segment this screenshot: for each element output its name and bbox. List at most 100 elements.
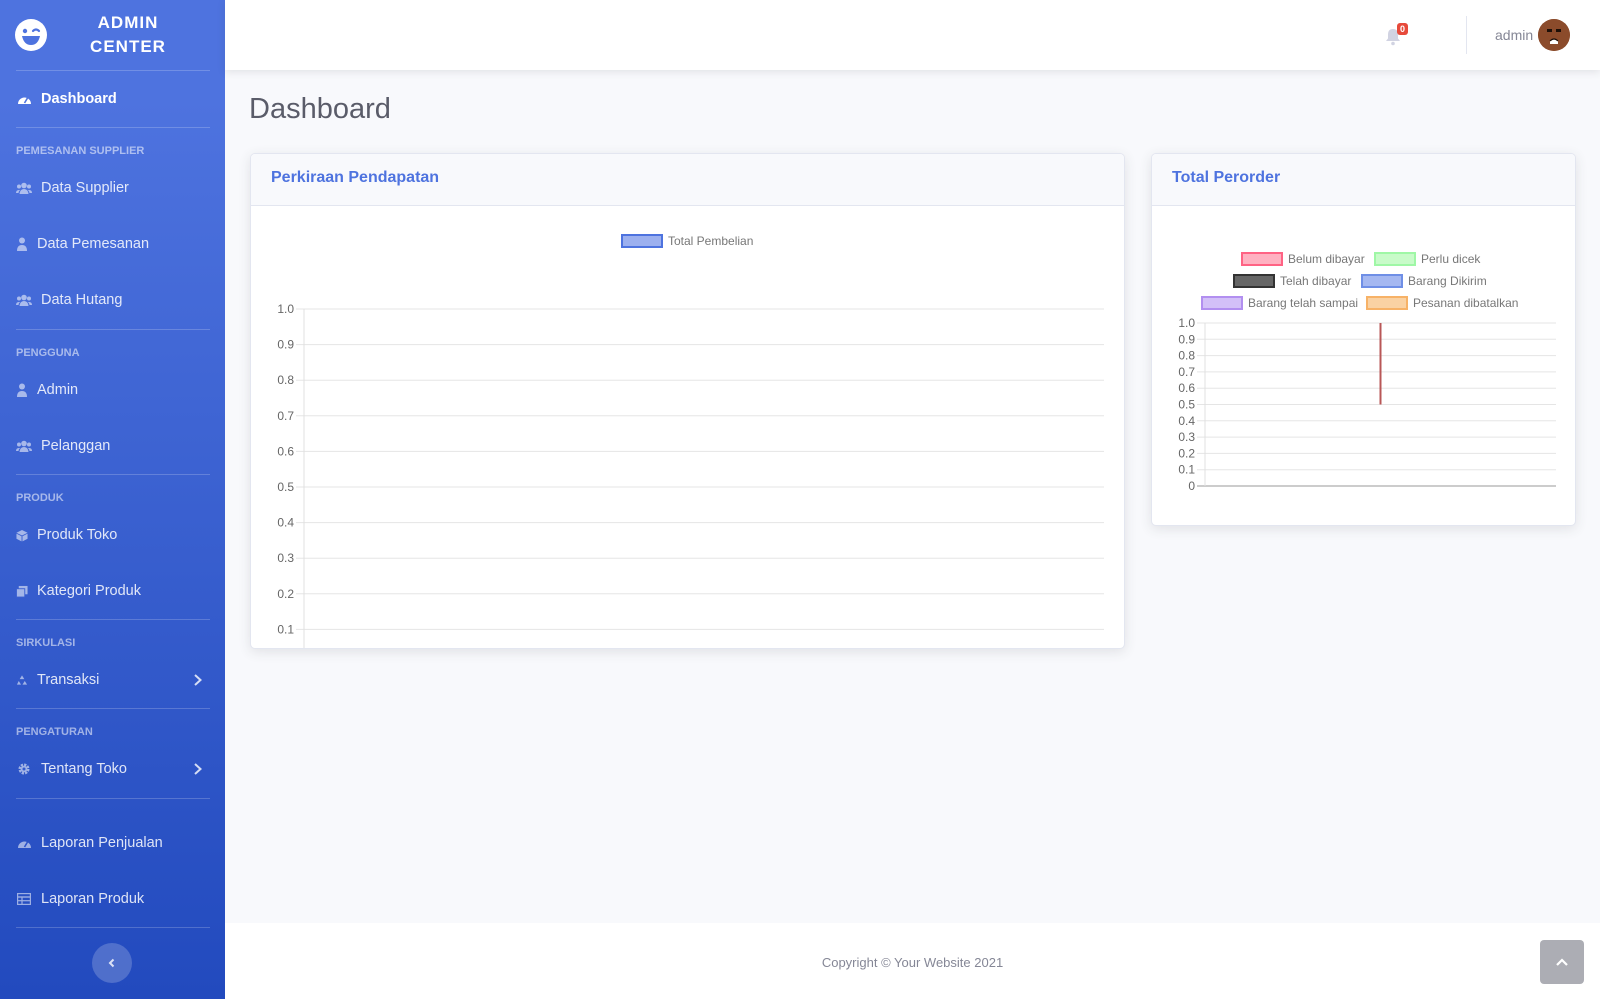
sidebar-heading: PENGATURAN <box>16 726 93 738</box>
table-icon <box>16 891 32 907</box>
y-tick-label: 0.3 <box>277 551 294 565</box>
legend-label: Telah dibayar <box>1280 274 1351 288</box>
brand[interactable]: ADMIN CENTER <box>0 0 225 70</box>
avatar[interactable] <box>1538 19 1570 51</box>
sidebar-item-label: Transaksi <box>37 672 100 688</box>
notifications-button[interactable]: 0 <box>1385 23 1409 46</box>
legend-label: Total Pembelian <box>668 234 753 248</box>
sidebar-item-pelanggan[interactable]: Pelanggan <box>0 431 225 461</box>
sidebar-item-dashboard[interactable]: Dashboard <box>0 84 225 114</box>
revenue-card: Perkiraan Pendapatan Total Pembelian 1.0 0… <box>250 153 1125 649</box>
users-icon <box>16 438 32 454</box>
legend-label: Pesanan dibatalkan <box>1413 296 1518 310</box>
sidebar-item-data-pemesanan[interactable]: Data Pemesanan <box>0 229 225 259</box>
legend-swatch <box>1233 274 1275 288</box>
sidebar-divider <box>16 474 210 475</box>
sidebar-item-label: Admin <box>37 382 79 398</box>
clone-icon <box>16 583 28 599</box>
y-tick-label: 0.8 <box>277 373 294 387</box>
sidebar-item-label: Laporan Penjualan <box>41 835 163 851</box>
users-icon <box>16 180 32 196</box>
brand-title: ADMIN CENTER <box>78 11 178 59</box>
page-title: Dashboard <box>249 93 391 125</box>
sidebar-heading: PENGGUNA <box>16 347 80 359</box>
sidebar-item-label: Pelanggan <box>41 438 111 454</box>
order-card: Total Perorder Belum dibayar Perlu dicek T… <box>1151 153 1576 526</box>
sidebar-divider <box>16 70 210 71</box>
sidebar-item-laporan-produk[interactable]: Laporan Produk <box>0 884 225 914</box>
revenue-chart: Total Pembelian 1.0 0.9 0.8 0.7 0.6 0.5 0.4 0.3 0… <box>277 234 1104 648</box>
y-tick-label: 0.1 <box>277 622 294 636</box>
sidebar-item-kategori-produk[interactable]: Kategori Produk <box>0 576 225 606</box>
y-tick-label: 1.0 <box>277 302 294 316</box>
chevron-right-icon <box>194 674 202 686</box>
sidebar-divider <box>16 329 210 330</box>
y-tick-label: 0.2 <box>1178 446 1195 460</box>
y-tick-label: 0.7 <box>1178 365 1195 379</box>
legend-label: Perlu dicek <box>1421 252 1481 266</box>
avatar-image <box>1538 19 1570 51</box>
y-tick-label: 0.2 <box>277 587 294 601</box>
y-tick-label: 0.6 <box>277 444 294 458</box>
sidebar-divider <box>16 127 210 128</box>
legend-swatch <box>1361 274 1403 288</box>
y-tick-label: 1.0 <box>1178 316 1195 330</box>
footer: Copyright © Your Website 2021 <box>225 923 1600 999</box>
laugh-wink-icon <box>15 19 47 51</box>
legend-swatch <box>1374 252 1416 266</box>
chevron-left-icon <box>108 958 115 968</box>
y-tick-label: 0 <box>1188 479 1195 493</box>
y-tick-label: 0.3 <box>1178 430 1195 444</box>
chevron-right-icon <box>194 763 202 775</box>
sidebar-heading: SIRKULASI <box>16 637 76 649</box>
order-status-chart: Belum dibayar Perlu dicek Telah dibayar Bar… <box>1178 252 1556 493</box>
legend-label: Belum dibayar <box>1288 252 1365 266</box>
cog-icon <box>16 761 32 777</box>
legend-label: Barang telah sampai <box>1248 296 1358 310</box>
sidebar-heading: PEMESANAN SUPPLIER <box>16 145 145 157</box>
scroll-to-top-button[interactable] <box>1540 940 1584 984</box>
footer-copyright: Copyright © Your Website 2021 <box>821 955 1004 970</box>
topbar: 0 admin <box>225 0 1600 70</box>
chevron-up-icon <box>1556 958 1568 966</box>
y-tick-label: 0.5 <box>277 480 294 494</box>
sidebar-item-produk-toko[interactable]: Produk Toko <box>0 520 225 550</box>
brand-line-1: ADMIN <box>97 13 159 32</box>
sidebar-item-label: Data Hutang <box>41 292 123 308</box>
tachometer-icon <box>16 835 32 851</box>
sidebar-item-label: Kategori Produk <box>37 583 141 599</box>
sidebar-divider <box>16 927 210 928</box>
sidebar-toggle-button[interactable] <box>92 943 132 983</box>
tachometer-icon <box>16 91 32 107</box>
sidebar-item-label: Dashboard <box>41 91 117 107</box>
legend-swatch <box>621 234 663 248</box>
users-icon <box>16 292 32 308</box>
y-tick-label: 0.7 <box>277 409 294 423</box>
sidebar-heading: PRODUK <box>16 492 64 504</box>
sidebar-item-admin[interactable]: Admin <box>0 375 225 405</box>
notification-badge: 0 <box>1397 23 1409 35</box>
sidebar-divider <box>16 798 210 799</box>
sidebar-item-tentang-toko[interactable]: Tentang Toko <box>0 754 225 784</box>
box-icon <box>16 527 28 543</box>
sidebar-item-label: Produk Toko <box>37 527 118 543</box>
y-tick-label: 0.8 <box>1178 349 1195 363</box>
sidebar-divider <box>16 708 210 709</box>
y-tick-label: 0.4 <box>1178 414 1195 428</box>
sidebar-item-label: Data Supplier <box>41 180 129 196</box>
sidebar-item-label: Tentang Toko <box>41 761 127 777</box>
recycle-icon <box>16 672 28 688</box>
sidebar-divider <box>16 619 210 620</box>
legend-swatch <box>1241 252 1283 266</box>
sidebar-item-label: Laporan Produk <box>41 891 145 907</box>
order-card-title: Total Perorder <box>1152 154 1575 206</box>
sidebar-item-laporan-penjualan[interactable]: Laporan Penjualan <box>0 828 225 858</box>
revenue-card-title: Perkiraan Pendapatan <box>251 154 1124 206</box>
legend-label: Barang Dikirim <box>1408 274 1487 288</box>
sidebar-item-data-hutang[interactable]: Data Hutang <box>0 285 225 315</box>
sidebar-item-data-supplier[interactable]: Data Supplier <box>0 173 225 203</box>
sidebar-item-transaksi[interactable]: Transaksi <box>0 665 225 695</box>
legend-swatch <box>1366 296 1408 310</box>
user-name[interactable]: admin <box>1495 27 1533 43</box>
brand-line-2: CENTER <box>90 37 166 56</box>
